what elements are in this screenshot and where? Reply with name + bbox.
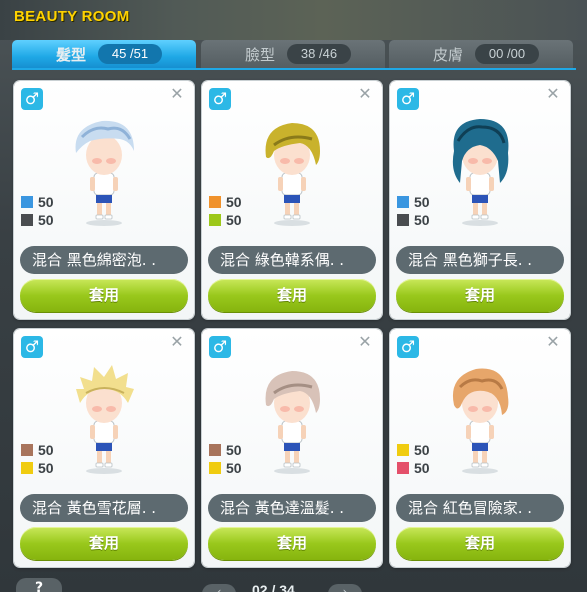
tab-hair[interactable]: 髮型 45 /51 <box>12 40 196 68</box>
window-title: BEAUTY ROOM <box>14 8 130 25</box>
hair-name: 混合 黃色達溫髮. . <box>208 494 376 522</box>
color-mix-legend: 50 50 <box>209 441 242 477</box>
tab-label: 皮膚 <box>433 46 464 64</box>
tab-label: 髮型 <box>56 46 87 64</box>
mix-ratio: 50 <box>226 194 242 210</box>
apply-button[interactable]: 套用 <box>20 527 188 560</box>
hair-name: 混合 綠色韓系偶. . <box>208 246 376 274</box>
color-swatch <box>209 462 221 474</box>
mix-ratio: 50 <box>414 460 430 476</box>
category-tabs: 髮型 45 /51 臉型 38 /46 皮膚 00 /00 <box>12 40 576 68</box>
color-mix-legend: 50 50 <box>397 193 430 229</box>
color-swatch <box>21 196 33 208</box>
tab-underline <box>12 68 576 70</box>
color-swatch <box>397 214 409 226</box>
mix-ratio: 50 <box>414 442 430 458</box>
color-swatch <box>397 444 409 456</box>
color-swatch <box>209 196 221 208</box>
tab-skin[interactable]: 皮膚 00 /00 <box>389 40 573 68</box>
tab-count: 38 /46 <box>287 44 351 64</box>
close-icon[interactable]: ✕ <box>545 334 561 350</box>
hair-card[interactable]: ♂ ✕ 50 50 混合 黃色達溫髮. . 套用 <box>202 329 382 567</box>
male-gender-icon: ♂ <box>21 88 43 110</box>
apply-button[interactable]: 套用 <box>20 279 188 312</box>
hair-card[interactable]: ♂ ✕ 50 50 混合 黑色綿密泡. . 套用 <box>14 81 194 319</box>
hair-name: 混合 黑色綿密泡. . <box>20 246 188 274</box>
mix-ratio: 50 <box>38 194 54 210</box>
color-swatch <box>209 214 221 226</box>
close-icon[interactable]: ✕ <box>169 86 185 102</box>
page-indicator: 02 / 34 <box>252 582 295 592</box>
character-avatar <box>452 368 509 474</box>
male-gender-icon: ♂ <box>209 336 231 358</box>
mix-ratio: 50 <box>414 194 430 210</box>
help-button[interactable]: ? <box>16 578 62 592</box>
color-mix-legend: 50 50 <box>21 441 54 477</box>
male-gender-icon: ♂ <box>397 88 419 110</box>
tab-face[interactable]: 臉型 38 /46 <box>201 40 385 68</box>
mix-ratio: 50 <box>38 460 54 476</box>
color-swatch <box>209 444 221 456</box>
color-mix-legend: 50 50 <box>209 193 242 229</box>
character-avatar <box>265 371 320 474</box>
character-avatar <box>452 119 509 226</box>
male-gender-icon: ♂ <box>209 88 231 110</box>
color-mix-legend: 50 50 <box>397 441 430 477</box>
color-swatch <box>21 444 33 456</box>
apply-button[interactable]: 套用 <box>396 527 564 560</box>
color-swatch <box>21 462 33 474</box>
tab-label: 臉型 <box>245 46 276 64</box>
color-swatch <box>397 196 409 208</box>
close-icon[interactable]: ✕ <box>545 86 561 102</box>
mix-ratio: 50 <box>226 212 242 228</box>
mix-ratio: 50 <box>414 212 430 228</box>
mix-ratio: 50 <box>38 442 54 458</box>
mix-ratio: 50 <box>226 460 242 476</box>
tab-count: 45 /51 <box>98 44 162 64</box>
color-swatch <box>21 214 33 226</box>
hair-name: 混合 黃色雪花層. . <box>20 494 188 522</box>
character-avatar <box>75 120 134 226</box>
beauty-room-window: BEAUTY ROOM 髮型 45 /51 臉型 38 /46 皮膚 00 /0… <box>0 0 587 592</box>
hair-card[interactable]: ♂ ✕ 50 50 混合 黑色獅子長. . 套用 <box>390 81 570 319</box>
footer: ? ‹ 02 / 34 › <box>0 572 587 592</box>
close-icon[interactable]: ✕ <box>357 334 373 350</box>
mix-ratio: 50 <box>226 442 242 458</box>
mix-ratio: 50 <box>38 212 54 228</box>
hair-name: 混合 黑色獅子長. . <box>396 246 564 274</box>
close-icon[interactable]: ✕ <box>357 86 373 102</box>
color-swatch <box>397 462 409 474</box>
character-avatar <box>76 365 134 474</box>
close-icon[interactable]: ✕ <box>169 334 185 350</box>
color-mix-legend: 50 50 <box>21 193 54 229</box>
hair-card[interactable]: ♂ ✕ 50 50 混合 紅色冒險家. . 套用 <box>390 329 570 567</box>
hair-card[interactable]: ♂ ✕ 50 50 混合 綠色韓系偶. . 套用 <box>202 81 382 319</box>
apply-button[interactable]: 套用 <box>208 279 376 312</box>
apply-button[interactable]: 套用 <box>396 279 564 312</box>
hair-name: 混合 紅色冒險家. . <box>396 494 564 522</box>
character-avatar <box>265 123 320 226</box>
hair-card[interactable]: ♂ ✕ 50 50 混合 黃色雪花層. . 套用 <box>14 329 194 567</box>
prev-page-button[interactable]: ‹ <box>202 584 236 592</box>
tab-count: 00 /00 <box>475 44 539 64</box>
male-gender-icon: ♂ <box>21 336 43 358</box>
apply-button[interactable]: 套用 <box>208 527 376 560</box>
next-page-button[interactable]: › <box>328 584 362 592</box>
male-gender-icon: ♂ <box>397 336 419 358</box>
